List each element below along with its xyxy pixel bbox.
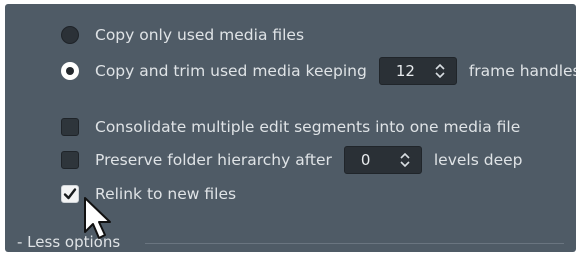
copy-trim-option[interactable]: Copy and trim used media keeping 12 fram… (61, 57, 576, 85)
preserve-hierarchy-label: Preserve folder hierarchy after (95, 151, 332, 169)
frame-handles-value: 12 (395, 62, 415, 80)
preserve-hierarchy-option[interactable]: Preserve folder hierarchy after 0 levels… (61, 146, 523, 174)
relink-checkbox[interactable] (61, 185, 79, 203)
copy-only-label: Copy only used media files (95, 26, 305, 44)
levels-deep-stepper[interactable]: 0 (343, 146, 422, 174)
section-divider (145, 243, 564, 244)
copy-only-radio[interactable] (61, 26, 79, 44)
frame-handles-suffix: frame handles (468, 62, 576, 80)
copy-only-option[interactable]: Copy only used media files (61, 26, 304, 44)
copy-trim-radio[interactable] (61, 62, 79, 80)
mouse-pointer-icon (84, 197, 111, 239)
relink-label: Relink to new files (95, 185, 237, 203)
consolidate-label: Consolidate multiple edit segments into … (95, 118, 521, 136)
preserve-hierarchy-checkbox[interactable] (61, 151, 79, 169)
consolidate-checkbox[interactable] (61, 118, 79, 136)
frame-handles-stepper[interactable]: 12 (378, 57, 457, 85)
up-down-chevron-icon[interactable] (399, 151, 411, 169)
radio-selected-dot (66, 67, 74, 75)
media-management-options-panel: Copy only used media files Copy and trim… (5, 4, 576, 252)
checkmark-icon (63, 188, 77, 200)
copy-trim-label: Copy and trim used media keeping (95, 62, 367, 80)
consolidate-option[interactable]: Consolidate multiple edit segments into … (61, 118, 520, 136)
levels-deep-value: 0 (360, 151, 371, 169)
up-down-chevron-icon[interactable] (434, 62, 446, 80)
levels-deep-suffix: levels deep (433, 151, 523, 169)
